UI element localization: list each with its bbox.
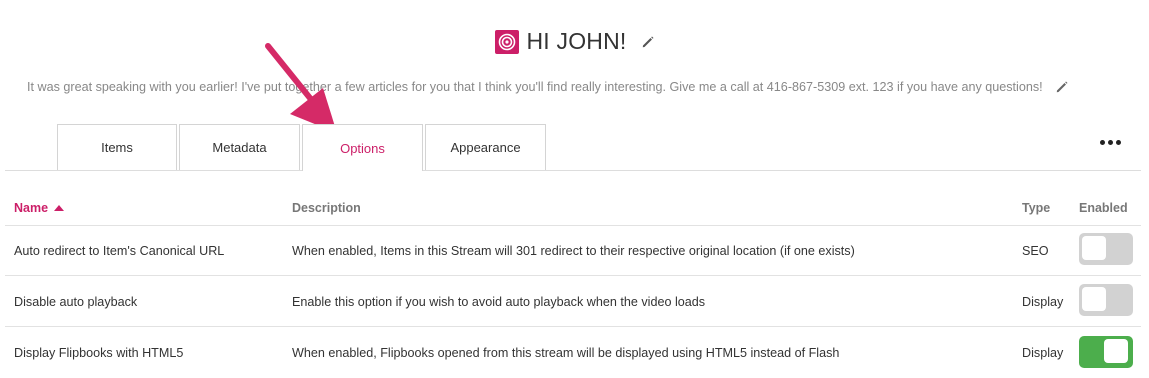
toggle-knob [1104, 339, 1128, 363]
page-title: HI JOHN! [526, 28, 627, 54]
toggle-knob [1082, 287, 1106, 311]
welcome-message: It was great speaking with you earlier! … [27, 80, 1127, 94]
row-description: When enabled, Flipbooks opened from this… [292, 346, 840, 360]
enabled-toggle[interactable] [1079, 336, 1133, 368]
sort-ascending-icon [54, 205, 65, 211]
column-header-name[interactable]: Name [14, 201, 65, 215]
row-type: SEO [1022, 244, 1049, 258]
tab-appearance[interactable]: Appearance [425, 124, 546, 170]
welcome-message-text: It was great speaking with you earlier! … [27, 80, 1043, 94]
column-header-description: Description [292, 201, 361, 215]
tab-items[interactable]: Items [57, 124, 177, 170]
row-type: Display [1022, 346, 1064, 360]
annotation-arrow-icon [265, 43, 337, 133]
target-icon [494, 29, 519, 54]
toggle-knob [1082, 236, 1106, 260]
tab-options[interactable]: Options [302, 124, 423, 171]
pencil-icon[interactable] [641, 35, 655, 49]
column-header-type: Type [1022, 201, 1051, 215]
column-header-enabled: Enabled [1079, 201, 1128, 215]
row-divider [5, 275, 1141, 276]
column-header-name-label: Name [14, 201, 49, 215]
row-name: Display Flipbooks with HTML5 [14, 346, 184, 360]
ellipsis-icon[interactable] [1100, 140, 1121, 145]
row-description: When enabled, Items in this Stream will … [292, 244, 855, 258]
page-header: HI JOHN! [0, 28, 1149, 55]
row-divider [5, 326, 1141, 327]
enabled-toggle[interactable] [1079, 233, 1133, 265]
row-type: Display [1022, 295, 1064, 309]
row-description: Enable this option if you wish to avoid … [292, 295, 706, 309]
enabled-toggle[interactable] [1079, 284, 1133, 316]
row-name: Auto redirect to Item's Canonical URL [14, 244, 225, 258]
tabs-divider [5, 170, 1141, 171]
header-divider [5, 225, 1141, 226]
pencil-icon[interactable] [1055, 80, 1069, 94]
tab-metadata[interactable]: Metadata [179, 124, 300, 170]
row-name: Disable auto playback [14, 295, 138, 309]
